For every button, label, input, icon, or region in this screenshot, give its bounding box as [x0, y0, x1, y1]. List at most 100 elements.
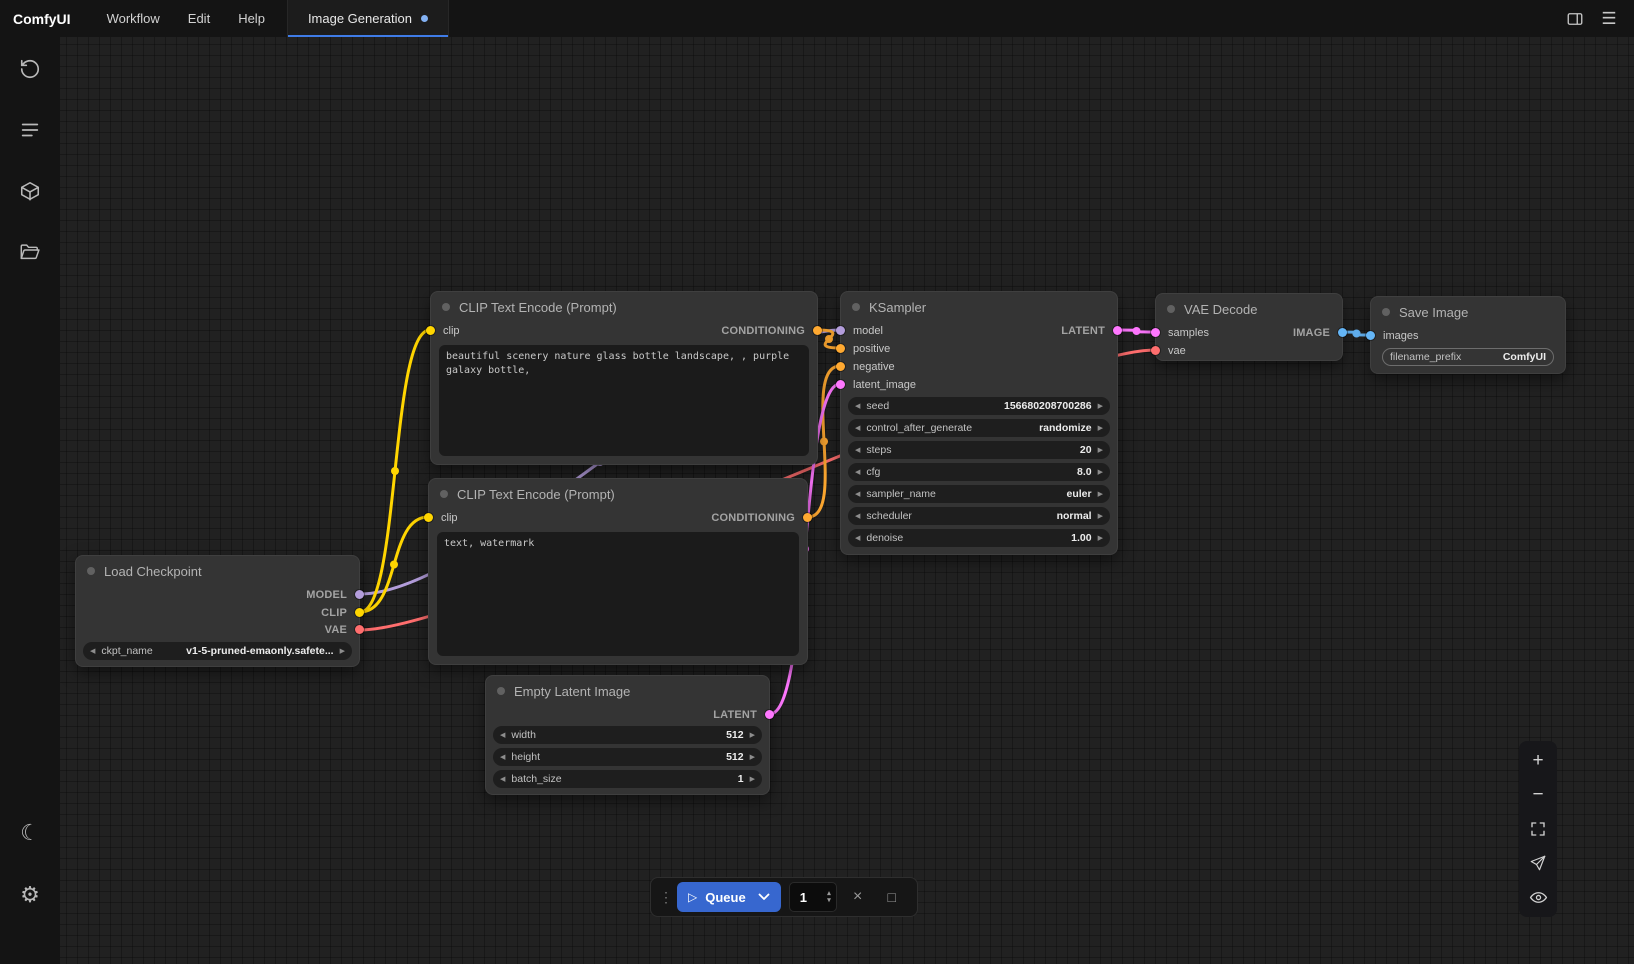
- increment-arrow-icon[interactable]: ▶: [1098, 402, 1103, 410]
- node-save-image[interactable]: Save Image imagesfilename_prefixComfyUI: [1370, 296, 1566, 374]
- batch-count-input[interactable]: 1 ▴ ▾: [789, 882, 837, 912]
- input-port-negative[interactable]: [836, 362, 845, 371]
- decrement-arrow-icon[interactable]: ◀: [855, 446, 860, 454]
- theme-toggle-button[interactable]: ☾: [10, 813, 50, 853]
- widget-ckpt_name[interactable]: ◀ ckpt_name v1-5-pruned-emaonly.safete... ▶: [83, 642, 352, 660]
- widget-value: 1.00: [1071, 532, 1091, 544]
- decrement-arrow-icon[interactable]: ◀: [90, 647, 95, 655]
- increment-arrow-icon[interactable]: ▶: [1098, 512, 1103, 520]
- input-port-images[interactable]: [1366, 331, 1375, 340]
- increment-arrow-icon[interactable]: ▶: [750, 753, 755, 761]
- widget-sampler_name[interactable]: ◀sampler_nameeuler▶: [848, 485, 1110, 503]
- input-port-vae[interactable]: [1151, 346, 1160, 355]
- node-library-button[interactable]: [10, 110, 50, 150]
- widget-scheduler[interactable]: ◀schedulernormal▶: [848, 507, 1110, 525]
- input-port-clip[interactable]: [424, 513, 433, 522]
- menu-workflow[interactable]: Workflow: [93, 11, 174, 26]
- main-menu-button[interactable]: ☰: [1594, 5, 1624, 33]
- output-port-VAE[interactable]: [355, 625, 364, 634]
- node-ksampler[interactable]: KSampler modelLATENT positive negative l…: [840, 291, 1118, 555]
- interrupt-button[interactable]: ×: [845, 888, 871, 906]
- output-port-CONDITIONING[interactable]: [803, 513, 812, 522]
- input-port-samples[interactable]: [1151, 328, 1160, 337]
- stop-button[interactable]: □: [879, 889, 905, 905]
- widget-height[interactable]: ◀height512▶: [493, 748, 762, 766]
- widget-batch_size[interactable]: ◀batch_size1▶: [493, 770, 762, 788]
- step-up-icon[interactable]: ▴: [827, 890, 831, 897]
- node-vae-decode[interactable]: VAE Decode samplesIMAGE vae: [1155, 293, 1343, 361]
- widget-filename_prefix[interactable]: filename_prefixComfyUI: [1382, 348, 1554, 366]
- widget-seed[interactable]: ◀seed156680208700286▶: [848, 397, 1110, 415]
- increment-arrow-icon[interactable]: ▶: [750, 731, 755, 739]
- queue-button[interactable]: ▷ Queue: [677, 882, 781, 912]
- widget-width[interactable]: ◀width512▶: [493, 726, 762, 744]
- output-label: CONDITIONING: [711, 512, 807, 524]
- increment-arrow-icon[interactable]: ▶: [1098, 446, 1103, 454]
- prompt-textarea[interactable]: text, watermark: [437, 532, 799, 656]
- pan-mode-button[interactable]: [1521, 847, 1555, 879]
- node-empty-latent-image[interactable]: Empty Latent ImageLATENT ◀width512▶◀heig…: [485, 675, 770, 795]
- decrement-arrow-icon[interactable]: ◀: [855, 424, 860, 432]
- input-port-positive[interactable]: [836, 344, 845, 353]
- decrement-arrow-icon[interactable]: ◀: [855, 490, 860, 498]
- stop-square-icon: □: [887, 889, 895, 905]
- widget-name: scheduler: [866, 510, 1050, 522]
- menu-edit[interactable]: Edit: [174, 11, 224, 26]
- widget-name: steps: [866, 444, 1074, 456]
- node-title-label: Save Image: [1399, 305, 1468, 320]
- increment-arrow-icon[interactable]: ▶: [1098, 468, 1103, 476]
- node-status-dot: [1382, 308, 1390, 316]
- node-load-checkpoint[interactable]: Load CheckpointMODEL CLIP VAE ◀ckpt_name…: [75, 555, 360, 667]
- widget-name: width: [511, 729, 720, 741]
- zoom-in-button[interactable]: +: [1521, 745, 1555, 777]
- widget-value: 1: [738, 773, 744, 785]
- workflows-button[interactable]: [10, 232, 50, 272]
- step-down-icon[interactable]: ▾: [827, 897, 831, 904]
- node-canvas[interactable]: Load CheckpointMODEL CLIP VAE ◀ckpt_name…: [0, 0, 1634, 964]
- output-port-CLIP[interactable]: [355, 608, 364, 617]
- widget-value: randomize: [1039, 422, 1092, 434]
- zoom-out-button[interactable]: −: [1521, 779, 1555, 811]
- queue-history-button[interactable]: [10, 49, 50, 89]
- widget-cfg[interactable]: ◀cfg8.0▶: [848, 463, 1110, 481]
- increment-arrow-icon[interactable]: ▶: [1098, 534, 1103, 542]
- widget-denoise[interactable]: ◀denoise1.00▶: [848, 529, 1110, 547]
- output-port-MODEL[interactable]: [355, 590, 364, 599]
- widget-steps[interactable]: ◀steps20▶: [848, 441, 1110, 459]
- output-port-LATENT[interactable]: [765, 710, 774, 719]
- output-port-IMAGE[interactable]: [1338, 328, 1347, 337]
- model-library-button[interactable]: [10, 171, 50, 211]
- node-clip-text-encode-negative[interactable]: CLIP Text Encode (Prompt) clipCONDITIONI…: [428, 478, 808, 665]
- increment-arrow-icon[interactable]: ▶: [1098, 424, 1103, 432]
- decrement-arrow-icon[interactable]: ◀: [855, 512, 860, 520]
- tab-image-generation[interactable]: Image Generation: [287, 0, 449, 37]
- link-visibility-button[interactable]: [1521, 881, 1555, 913]
- settings-button[interactable]: ⚙: [10, 875, 50, 915]
- widget-name: ckpt_name: [101, 645, 180, 657]
- prompt-textarea[interactable]: beautiful scenery nature glass bottle la…: [439, 345, 809, 456]
- widget-value: v1-5-pruned-emaonly.safete...: [186, 645, 333, 657]
- node-clip-text-encode-positive[interactable]: CLIP Text Encode (Prompt) clipCONDITIONI…: [430, 291, 818, 465]
- input-port-clip[interactable]: [426, 326, 435, 335]
- input-port-model[interactable]: [836, 326, 845, 335]
- decrement-arrow-icon[interactable]: ◀: [500, 753, 505, 761]
- increment-arrow-icon[interactable]: ▶: [750, 775, 755, 783]
- menu-help[interactable]: Help: [224, 11, 279, 26]
- decrement-arrow-icon[interactable]: ◀: [500, 731, 505, 739]
- fit-view-button[interactable]: [1521, 813, 1555, 845]
- output-port-CONDITIONING[interactable]: [813, 326, 822, 335]
- widget-name: filename_prefix: [1390, 351, 1497, 363]
- increment-arrow-icon[interactable]: ▶: [1098, 490, 1103, 498]
- decrement-arrow-icon[interactable]: ◀: [855, 402, 860, 410]
- drag-handle-icon[interactable]: ⋮: [659, 889, 669, 906]
- decrement-arrow-icon[interactable]: ◀: [855, 534, 860, 542]
- panel-toggle-button[interactable]: [1560, 5, 1590, 33]
- cube-icon: [19, 180, 41, 202]
- sidebar-bottom-group: ☾ ⚙: [10, 813, 50, 964]
- decrement-arrow-icon[interactable]: ◀: [500, 775, 505, 783]
- output-port-LATENT[interactable]: [1113, 326, 1122, 335]
- input-port-latent_image[interactable]: [836, 380, 845, 389]
- decrement-arrow-icon[interactable]: ◀: [855, 468, 860, 476]
- widget-control_after_generate[interactable]: ◀control_after_generaterandomize▶: [848, 419, 1110, 437]
- increment-arrow-icon[interactable]: ▶: [340, 647, 345, 655]
